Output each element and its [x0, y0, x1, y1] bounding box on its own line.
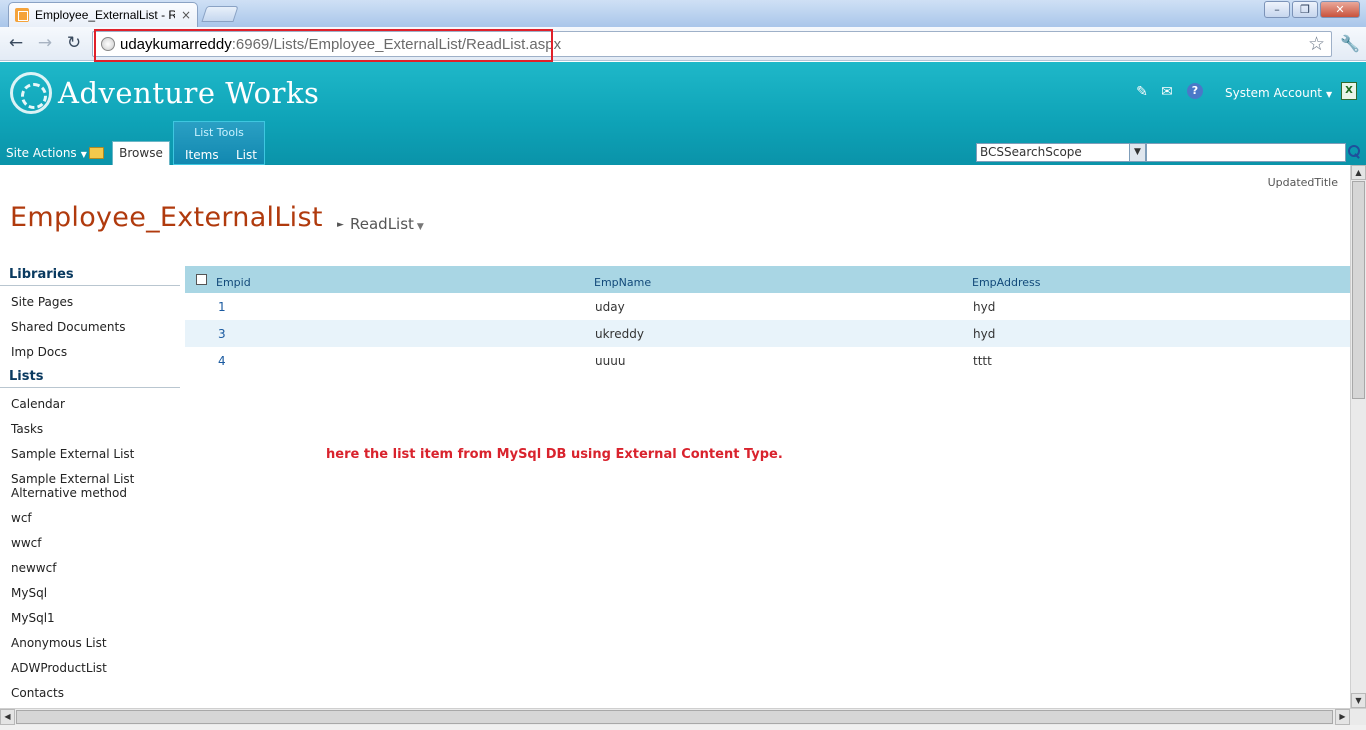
- ql-item-sample-external-list[interactable]: Sample External List: [0, 442, 180, 467]
- ql-item-imp-docs[interactable]: Imp Docs: [0, 340, 180, 365]
- help-icon[interactable]: ?: [1187, 83, 1203, 99]
- breadcrumb-arrow-icon: ►: [337, 220, 344, 230]
- table-row[interactable]: 4 uuuu tttt: [185, 347, 1350, 374]
- cell-empid[interactable]: 3: [218, 327, 226, 341]
- back-button[interactable]: ←: [4, 32, 28, 54]
- ql-item-wwcf[interactable]: wwcf: [0, 531, 180, 556]
- close-window-button[interactable]: ✕: [1320, 1, 1360, 18]
- ql-item-mysql[interactable]: MySql: [0, 581, 180, 606]
- window-controls: – ❐ ✕: [1264, 1, 1360, 18]
- vertical-scrollbar[interactable]: ▲ ▼: [1350, 165, 1366, 708]
- scroll-down-icon[interactable]: ▼: [1351, 693, 1366, 708]
- chevron-down-icon: ▼: [1326, 90, 1333, 99]
- ql-item-shared-documents[interactable]: Shared Documents: [0, 315, 180, 340]
- list-tools-group: List Tools Items List: [173, 121, 265, 165]
- site-actions-menu[interactable]: Site Actions ▼: [6, 146, 87, 160]
- forward-button[interactable]: →: [33, 32, 57, 54]
- site-actions-label: Site Actions: [6, 146, 77, 160]
- cell-empid[interactable]: 1: [218, 300, 226, 314]
- reload-button[interactable]: ↻: [62, 32, 86, 54]
- list-view-table: Empid EmpName EmpAddress 1 uday hyd 3 uk…: [185, 266, 1350, 374]
- tags-notes-icon[interactable]: ✎: [1133, 84, 1151, 100]
- ql-heading-lists[interactable]: Lists: [0, 365, 180, 388]
- table-row[interactable]: 3 ukreddy hyd: [185, 320, 1350, 347]
- chevron-down-icon: ▼: [80, 150, 87, 159]
- tab-list[interactable]: List: [236, 148, 257, 162]
- ql-item-calendar[interactable]: Calendar: [0, 392, 180, 417]
- scrollbar-corner: [1351, 709, 1366, 726]
- tab-items[interactable]: Items: [185, 148, 219, 162]
- status-strip: [0, 725, 1366, 730]
- list-tools-label: List Tools: [194, 126, 244, 139]
- column-header-empname[interactable]: EmpName: [594, 276, 651, 289]
- search-icon[interactable]: [1347, 145, 1361, 159]
- account-name: System Account: [1225, 86, 1323, 100]
- ql-item-tasks[interactable]: Tasks: [0, 417, 180, 442]
- site-header: Adventure Works ✎ ✉ ? System Account ▼ X …: [0, 62, 1366, 165]
- dropdown-arrow-icon[interactable]: ▼: [1129, 144, 1145, 161]
- tab-browse[interactable]: Browse: [112, 141, 170, 165]
- cell-empname: uuuu: [595, 354, 626, 368]
- select-all-checkbox[interactable]: [196, 274, 207, 285]
- url-highlight-box: [94, 29, 553, 62]
- ql-item-newwcf[interactable]: newwcf: [0, 556, 180, 581]
- ql-heading-libraries[interactable]: Libraries: [0, 263, 180, 286]
- tab-title: Employee_ExternalList - Read: [35, 8, 175, 22]
- page-title[interactable]: Employee_ExternalList: [10, 202, 323, 233]
- scroll-left-icon[interactable]: ◀: [0, 709, 15, 725]
- folder-navigate-icon[interactable]: [89, 147, 104, 159]
- ql-item-sample-external-list-alt[interactable]: Sample External List Alternative method: [0, 467, 180, 506]
- search-input[interactable]: [1146, 143, 1346, 162]
- updated-title: UpdatedTitle: [1267, 176, 1338, 189]
- search-scope-value: BCSSearchScope: [980, 145, 1082, 159]
- table-header: Empid EmpName EmpAddress: [185, 266, 1350, 293]
- browser-titlebar: Employee_ExternalList - Read × – ❐ ✕: [0, 0, 1366, 27]
- horizontal-scrollbar[interactable]: ◀ ▶: [0, 708, 1366, 726]
- cell-empaddress: tttt: [973, 354, 992, 368]
- cell-empid[interactable]: 4: [218, 354, 226, 368]
- ql-item-mysql1[interactable]: MySql1: [0, 606, 180, 631]
- account-menu[interactable]: System Account ▼: [1225, 86, 1332, 100]
- maximize-button[interactable]: ❐: [1292, 1, 1318, 18]
- tab-close-icon[interactable]: ×: [181, 8, 191, 22]
- page-content: UpdatedTitle Employee_ExternalList ► Rea…: [0, 165, 1350, 708]
- ql-item-contacts[interactable]: Contacts: [0, 681, 180, 706]
- cell-empname: ukreddy: [595, 327, 644, 341]
- chevron-down-icon: ▼: [416, 222, 424, 232]
- minimize-button[interactable]: –: [1264, 1, 1290, 18]
- browser-tab[interactable]: Employee_ExternalList - Read ×: [8, 2, 198, 27]
- excel-icon[interactable]: X: [1341, 82, 1357, 100]
- ql-item-wcf[interactable]: wcf: [0, 506, 180, 531]
- view-selector[interactable]: ReadList ▼: [350, 215, 424, 233]
- cell-empaddress: hyd: [973, 300, 996, 314]
- quick-launch: Libraries Site Pages Shared Documents Im…: [0, 263, 180, 706]
- sharepoint-favicon-icon: [15, 8, 29, 22]
- wrench-icon[interactable]: 🔧: [1340, 34, 1360, 53]
- column-header-empid[interactable]: Empid: [216, 276, 251, 289]
- annotation-text: here the list item from MySql DB using E…: [326, 447, 783, 462]
- horizontal-scroll-thumb[interactable]: [16, 710, 1333, 724]
- bookmark-star-icon[interactable]: ☆: [1308, 33, 1325, 55]
- social-icon[interactable]: ✉: [1158, 84, 1176, 100]
- column-header-empaddress[interactable]: EmpAddress: [972, 276, 1040, 289]
- cell-empaddress: hyd: [973, 327, 996, 341]
- table-row[interactable]: 1 uday hyd: [185, 293, 1350, 320]
- adventure-works-logo-icon: [10, 72, 52, 114]
- scroll-up-icon[interactable]: ▲: [1351, 165, 1366, 180]
- new-tab-button[interactable]: [201, 6, 239, 22]
- cell-empname: uday: [595, 300, 625, 314]
- scroll-right-icon[interactable]: ▶: [1335, 709, 1350, 725]
- vertical-scroll-thumb[interactable]: [1352, 181, 1365, 399]
- ql-item-site-pages[interactable]: Site Pages: [0, 290, 180, 315]
- ql-item-anonymous-list[interactable]: Anonymous List: [0, 631, 180, 656]
- site-title[interactable]: Adventure Works: [58, 76, 319, 110]
- search-scope-select[interactable]: BCSSearchScope ▼: [976, 143, 1146, 162]
- ql-item-adwproductlist[interactable]: ADWProductList: [0, 656, 180, 681]
- view-name: ReadList: [350, 215, 414, 233]
